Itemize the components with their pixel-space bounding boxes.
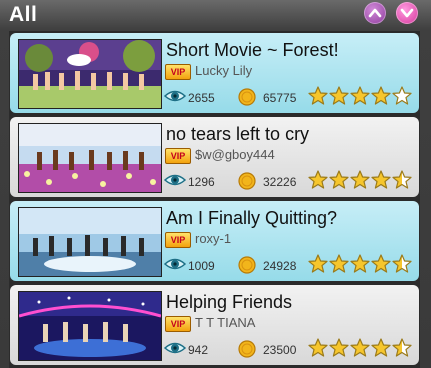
star-icon [392,86,412,105]
star-icon [329,170,349,189]
movie-title[interactable]: no tears left to cry [166,124,309,145]
movie-author[interactable]: T T TIANA [195,315,255,330]
vip-badge-icon: VIP [165,232,191,248]
view-count: 942 [188,343,209,357]
movie-thumbnail[interactable] [18,123,162,193]
chevron-down-icon [400,8,414,18]
star-rating [308,170,412,190]
scroll-down-button[interactable] [396,2,418,24]
movie-title[interactable]: Helping Friends [166,292,292,313]
view-count: 2655 [188,91,215,105]
coin-icon [238,88,256,106]
star-icon [371,254,391,273]
page-title: All [9,3,38,26]
movie-author[interactable]: Lucky Lily [195,63,252,78]
eye-icon [164,342,186,354]
eye-icon [164,174,186,186]
movie-title[interactable]: Short Movie ~ Forest! [166,40,339,61]
movie-author[interactable]: $w@gboy444 [195,147,275,162]
movie-row[interactable]: no tears left to cry VIP $w@gboy444 1296… [10,117,419,197]
star-icon [329,86,349,105]
eye-icon [164,90,186,102]
view-count: 1009 [188,259,215,273]
coin-icon [238,172,256,190]
movie-list: Short Movie ~ Forest! VIP Lucky Lily 265… [9,31,420,368]
star-icon [392,170,412,189]
star-rating [308,338,412,358]
movie-row[interactable]: Helping Friends VIP T T TIANA 942 23500 [10,285,419,365]
eye-icon [164,258,186,270]
star-icon [308,338,328,357]
vip-badge-icon: VIP [165,148,191,164]
star-icon [350,254,370,273]
star-rating [308,86,412,106]
star-icon [350,86,370,105]
chevron-up-icon [368,8,382,18]
star-icon [371,338,391,357]
movie-author[interactable]: roxy-1 [195,231,231,246]
vip-badge-icon: VIP [165,64,191,80]
star-icon [371,170,391,189]
coin-count: 24928 [263,259,297,273]
movie-thumbnail[interactable] [18,39,162,109]
star-rating [308,254,412,274]
star-icon [308,170,328,189]
coin-count: 32226 [263,175,297,189]
star-icon [350,338,370,357]
star-icon [392,254,412,273]
view-count: 1296 [188,175,215,189]
movie-row[interactable]: Am I Finally Quitting? VIP roxy-1 1009 2… [10,201,419,281]
coin-icon [238,340,256,358]
star-icon [350,170,370,189]
coin-count: 23500 [263,343,297,357]
star-icon [308,86,328,105]
vip-badge-icon: VIP [165,316,191,332]
coin-count: 65775 [263,91,297,105]
scroll-up-button[interactable] [364,2,386,24]
movie-row[interactable]: Short Movie ~ Forest! VIP Lucky Lily 265… [10,33,419,113]
movie-title[interactable]: Am I Finally Quitting? [166,208,337,229]
movie-thumbnail[interactable] [18,291,162,361]
movie-thumbnail[interactable] [18,207,162,277]
star-icon [392,338,412,357]
star-icon [308,254,328,273]
star-icon [329,338,349,357]
coin-icon [238,256,256,274]
star-icon [371,86,391,105]
star-icon [329,254,349,273]
